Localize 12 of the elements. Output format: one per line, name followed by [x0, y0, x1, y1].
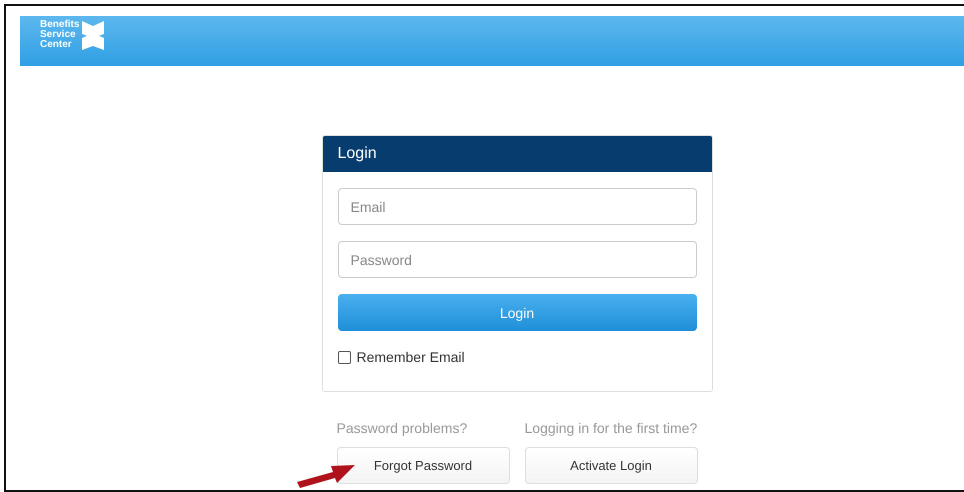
help-button[interactable]: Forgot Password	[336, 447, 510, 484]
logo-text: Center	[40, 40, 73, 50]
help-button[interactable]: Activate Login	[524, 447, 698, 484]
help-prompt: Logging in for the first time?	[524, 420, 698, 436]
help-prompt: Password problems?	[336, 420, 468, 436]
email-field[interactable]: Email	[338, 188, 696, 225]
remember-checkbox[interactable]	[338, 350, 350, 364]
password-field[interactable]: Password	[338, 241, 696, 278]
logo-text: Service	[40, 30, 77, 40]
panel-title: Login	[322, 136, 712, 172]
logo-text: Benefits	[40, 20, 80, 30]
remember-email-label: Remember Email	[356, 349, 465, 365]
